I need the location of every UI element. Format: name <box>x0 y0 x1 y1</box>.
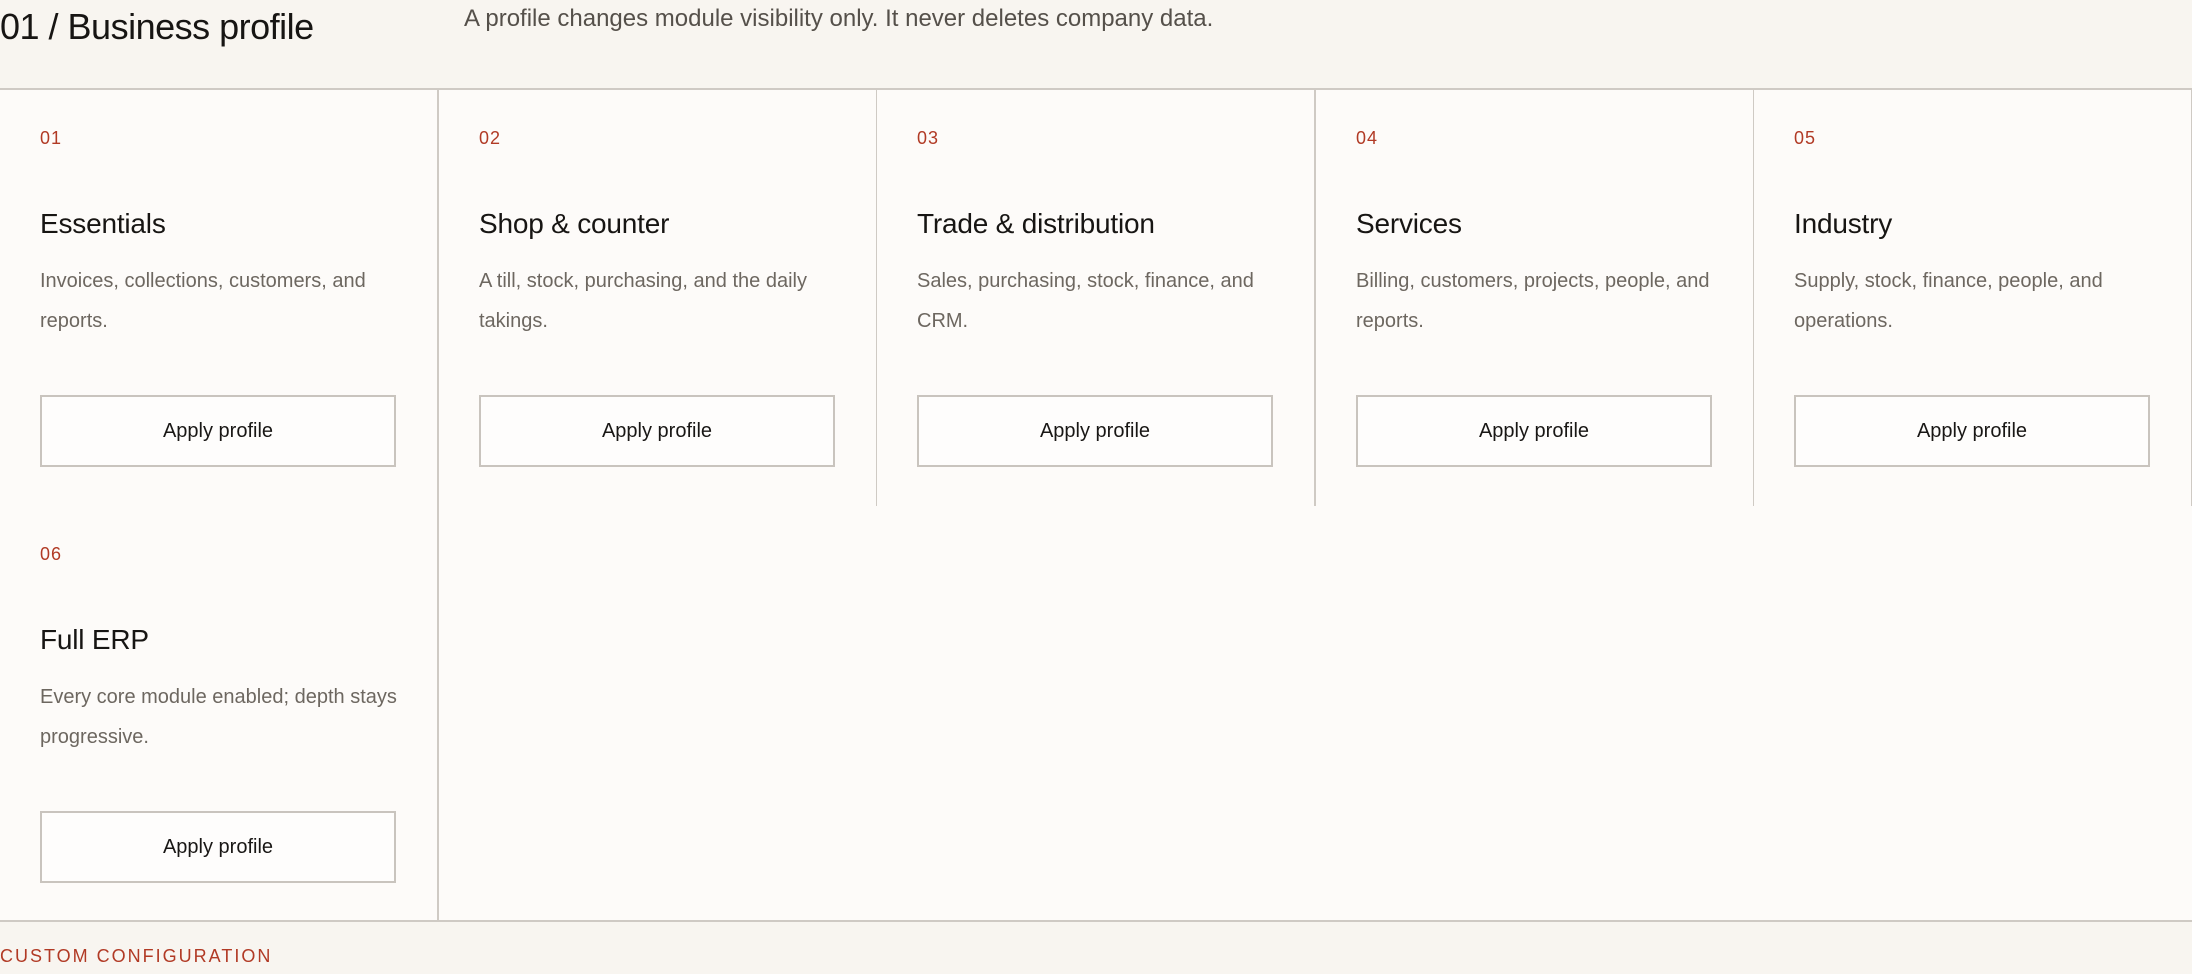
profile-card-shop-counter: 02 Shop & counter A till, stock, purchas… <box>439 90 878 506</box>
profile-number: 06 <box>40 544 63 564</box>
profile-description: Invoices, collections, customers, and re… <box>40 270 366 332</box>
profile-title: Essentials <box>40 208 166 239</box>
profile-description: Every core module enabled; depth stays p… <box>40 686 397 748</box>
profile-card-services: 04 Services Billing, customers, projects… <box>1316 90 1755 506</box>
page-title: 01 / Business profile <box>0 6 314 47</box>
custom-configuration-label: CUSTOM CONFIGURATION <box>0 946 273 966</box>
apply-profile-button-essentials[interactable]: Apply profile <box>40 395 396 467</box>
profile-description: A till, stock, purchasing, and the daily… <box>479 270 807 332</box>
profile-card-industry: 05 Industry Supply, stock, finance, peop… <box>1754 90 2192 506</box>
profile-title: Shop & counter <box>479 208 670 239</box>
profile-card-essentials: 01 Essentials Invoices, collections, cus… <box>0 90 439 506</box>
apply-profile-button-trade-distribution[interactable]: Apply profile <box>917 395 1273 467</box>
profile-number: 04 <box>1356 128 1379 148</box>
page-header: 01 / Business profile A profile changes … <box>0 0 2192 88</box>
profile-grid: 01 Essentials Invoices, collections, cus… <box>0 88 2192 922</box>
apply-profile-button-services[interactable]: Apply profile <box>1356 395 1712 467</box>
profile-number: 03 <box>917 128 940 148</box>
profile-title: Services <box>1356 208 1462 239</box>
header-note: A profile changes module visibility only… <box>464 5 1214 32</box>
profile-card-trade-distribution: 03 Trade & distribution Sales, purchasin… <box>877 90 1316 506</box>
profile-description: Supply, stock, finance, people, and oper… <box>1794 270 2103 332</box>
profile-number: 05 <box>1794 128 1817 148</box>
profile-number: 01 <box>40 128 63 148</box>
profile-title: Full ERP <box>40 624 149 655</box>
profile-description: Sales, purchasing, stock, finance, and C… <box>917 270 1254 332</box>
profile-title: Industry <box>1794 208 1892 239</box>
profile-number: 02 <box>479 128 502 148</box>
profile-description: Billing, customers, projects, people, an… <box>1356 270 1710 332</box>
apply-profile-button-full-erp[interactable]: Apply profile <box>40 811 396 883</box>
apply-profile-button-industry[interactable]: Apply profile <box>1794 395 2150 467</box>
profile-title: Trade & distribution <box>917 208 1155 239</box>
profile-card-full-erp: 06 Full ERP Every core module enabled; d… <box>0 506 439 920</box>
apply-profile-button-shop-counter[interactable]: Apply profile <box>479 395 835 467</box>
